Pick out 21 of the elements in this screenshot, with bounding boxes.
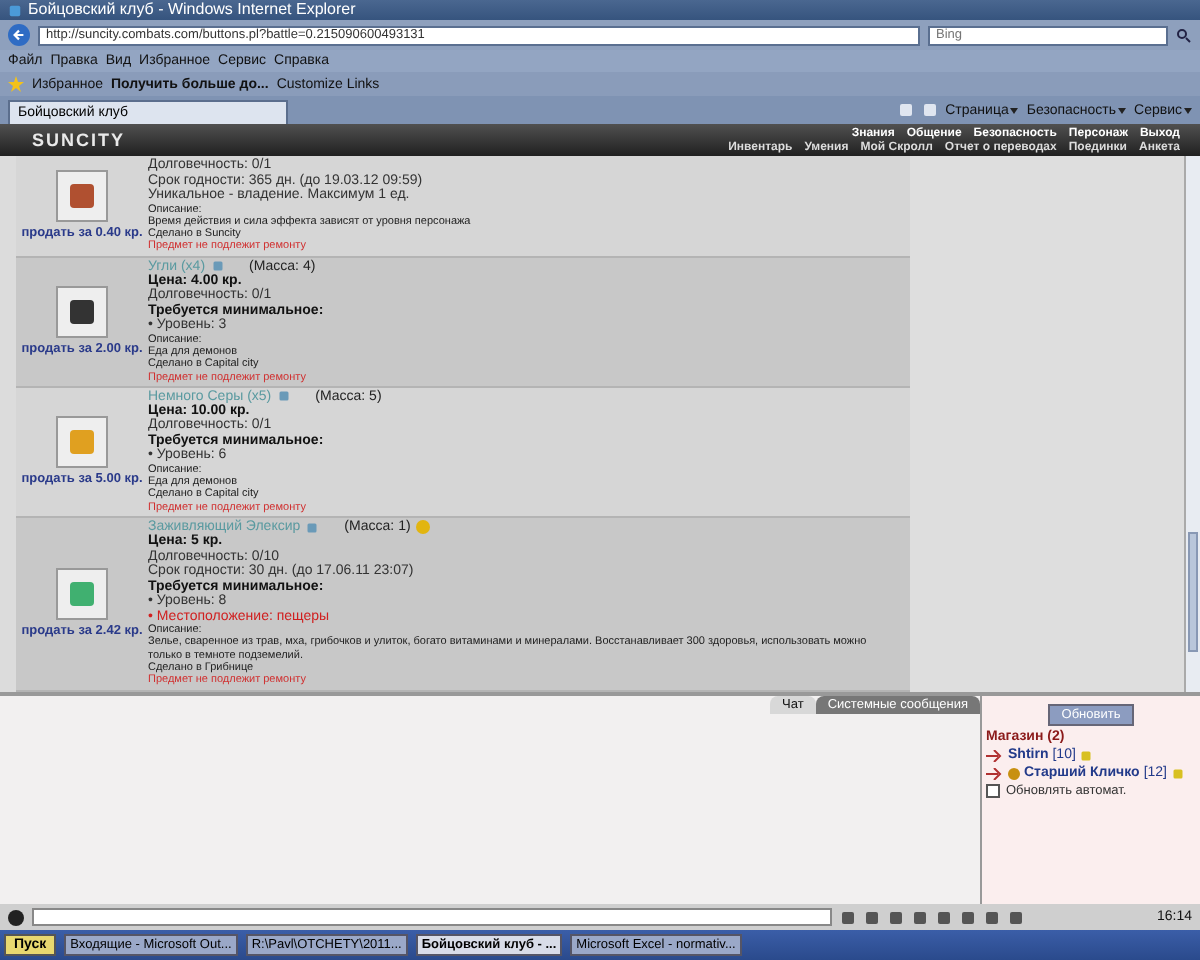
window-title: Бойцовский клуб - Windows Internet Explorer (28, 0, 356, 20)
arrow-icon (986, 767, 1004, 779)
info-icon (211, 260, 224, 273)
info-icon (1079, 749, 1092, 761)
caret-icon (1010, 107, 1019, 113)
star-icon (8, 76, 24, 92)
info-icon (1171, 767, 1183, 779)
caret-icon (1118, 107, 1127, 113)
arrow-icon (986, 749, 1004, 761)
item-icon (66, 426, 98, 459)
info-icon (306, 521, 319, 534)
item-icon (66, 296, 98, 329)
search-icon[interactable] (1176, 27, 1192, 43)
item-icon (66, 180, 98, 213)
item-icon (66, 578, 98, 611)
logo: SUNCITY (30, 128, 128, 154)
scrollbar[interactable] (1184, 156, 1200, 692)
chat-input[interactable] (32, 908, 832, 926)
info-icon (277, 390, 290, 403)
caret-icon (1184, 107, 1192, 113)
back-icon[interactable] (8, 24, 30, 46)
